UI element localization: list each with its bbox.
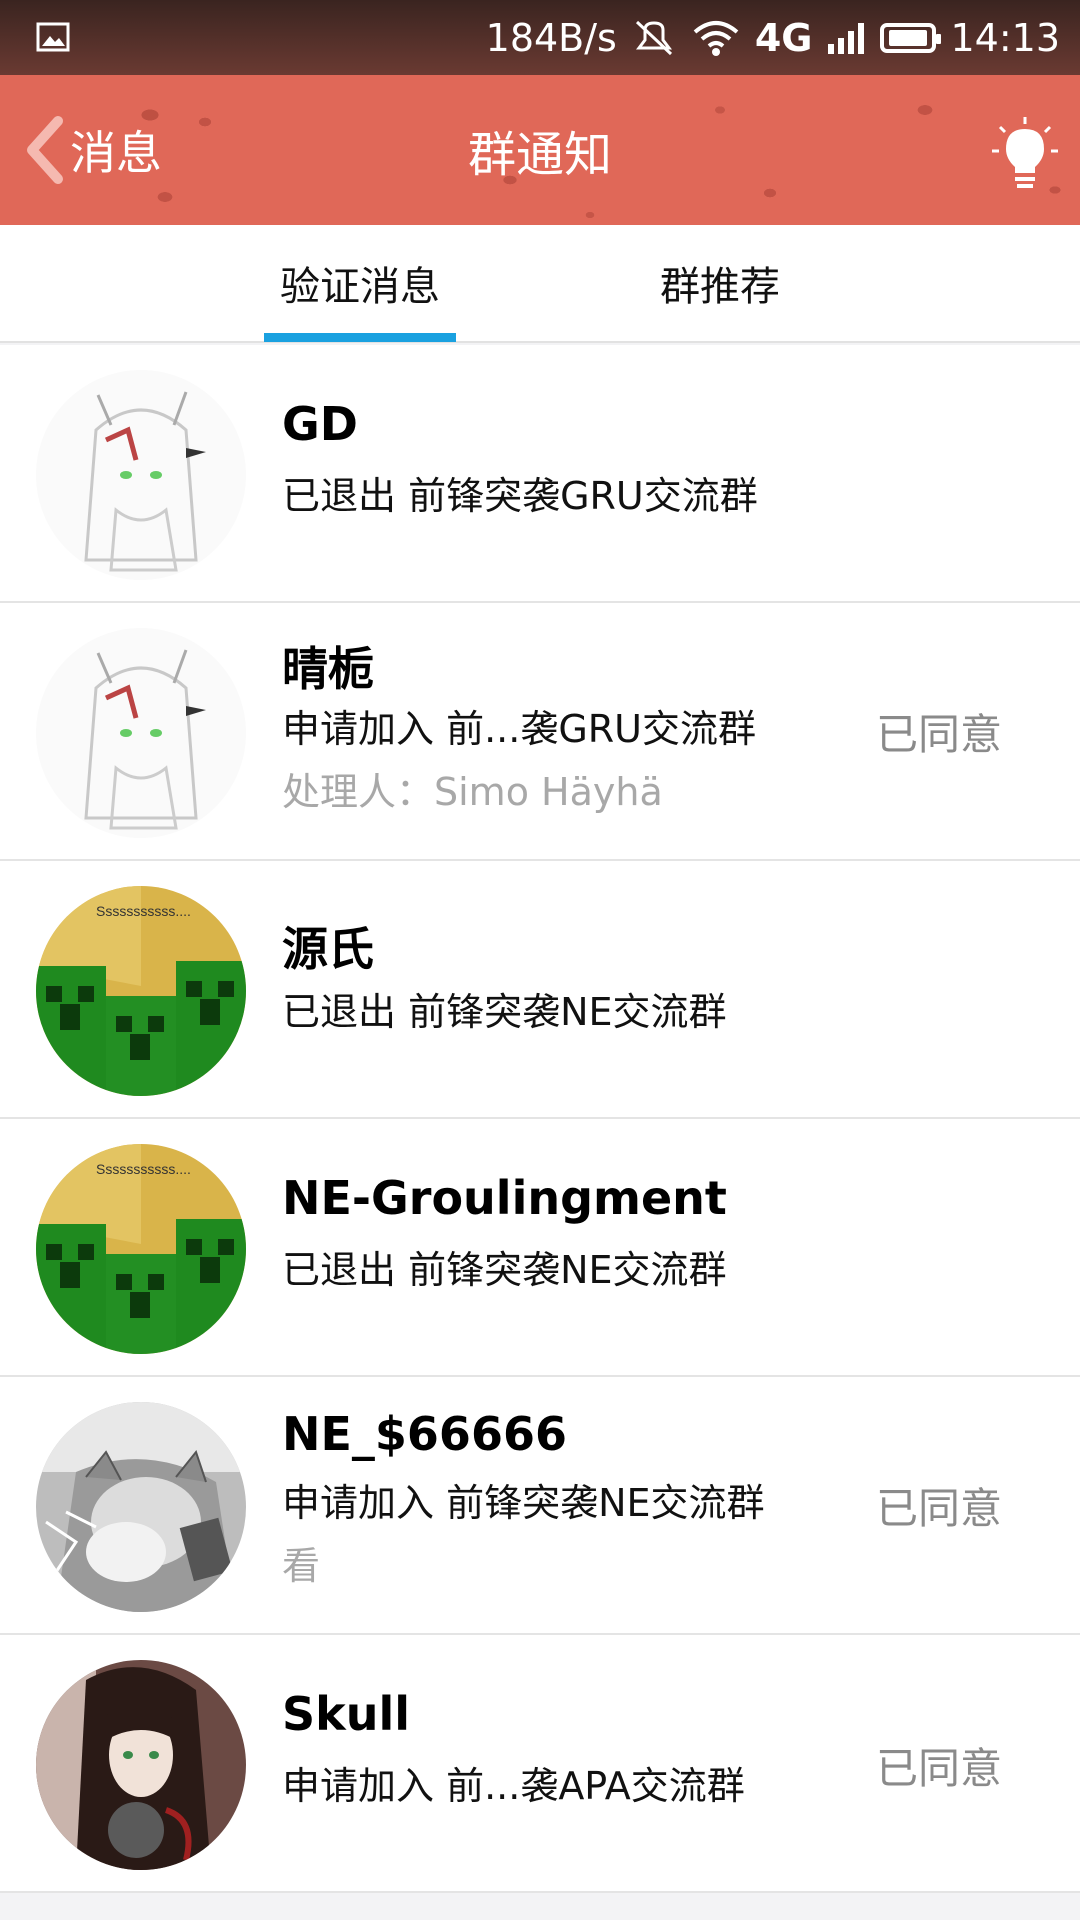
network-type: 4G: [754, 15, 813, 60]
avatar-caption: Sssssssssss....: [96, 1161, 191, 1177]
page-title: 群通知: [467, 127, 612, 183]
list-item[interactable]: Sssssssssss.... NE-Groulingment 已退出 前锋突袭…: [0, 1119, 1080, 1377]
tab-bar: 验证消息 群推荐: [0, 225, 1080, 343]
item-name: NE-Groulingment: [282, 1171, 727, 1225]
avatar[interactable]: [36, 1660, 246, 1870]
item-message: 已退出 前锋突袭GRU交流群: [282, 474, 758, 518]
avatar[interactable]: [36, 628, 246, 838]
app-header: 消息 群通知: [0, 75, 1080, 225]
back-label: 消息: [70, 126, 162, 180]
item-handler: 处理人：Simo Häyhä: [282, 770, 663, 814]
mute-icon: [631, 18, 677, 58]
list-item[interactable]: Skull 申请加入 前...袭APA交流群 已同意: [0, 1635, 1080, 1893]
avatar[interactable]: Sssssssssss....: [36, 886, 246, 1096]
back-button[interactable]: 消息: [22, 75, 162, 225]
tab-group-recommend[interactable]: 群推荐: [620, 225, 820, 341]
clock: 14:13: [950, 15, 1060, 60]
list-item[interactable]: GD 已退出 前锋突袭GRU交流群: [0, 345, 1080, 603]
item-message: 申请加入 前...袭GRU交流群: [282, 707, 756, 751]
status-badge: 已同意: [875, 710, 1002, 759]
active-tab-indicator: [264, 333, 456, 342]
item-handler: 看: [282, 1544, 321, 1588]
avatar[interactable]: [36, 1402, 246, 1612]
notification-list: GD 已退出 前锋突袭GRU交流群 晴栀 申请加入 前...袭GRU交流群 处理…: [0, 345, 1080, 1893]
chevron-left-icon: [22, 115, 68, 185]
item-message: 申请加入 前锋突袭NE交流群: [282, 1481, 765, 1525]
item-message: 申请加入 前...袭APA交流群: [282, 1764, 745, 1808]
item-name: Skull: [282, 1687, 411, 1741]
net-speed: 184B/s: [485, 15, 617, 60]
image-notification-icon: [36, 22, 70, 52]
item-name: GD: [282, 397, 358, 451]
list-item[interactable]: Sssssssssss.... 源氏 已退出 前锋突袭NE交流群: [0, 861, 1080, 1119]
avatar[interactable]: [36, 370, 246, 580]
status-bar: 184B/s 4G 14:13: [0, 0, 1080, 75]
item-name: 源氏: [282, 922, 374, 976]
item-name: 晴栀: [282, 642, 374, 696]
battery-icon: [880, 22, 942, 53]
item-message: 已退出 前锋突袭NE交流群: [282, 1248, 727, 1292]
tab-verification[interactable]: 验证消息: [264, 225, 456, 341]
signal-icon: [826, 20, 866, 56]
avatar-caption: Sssssssssss....: [96, 903, 191, 919]
list-item[interactable]: 晴栀 申请加入 前...袭GRU交流群 处理人：Simo Häyhä 已同意: [0, 603, 1080, 861]
avatar[interactable]: Sssssssssss....: [36, 1144, 246, 1354]
status-badge: 已同意: [875, 1744, 1002, 1793]
list-item[interactable]: NE_$66666 申请加入 前锋突袭NE交流群 看 已同意: [0, 1377, 1080, 1635]
item-name: NE_$66666: [282, 1407, 567, 1461]
item-message: 已退出 前锋突袭NE交流群: [282, 990, 727, 1034]
wifi-icon: [691, 18, 741, 58]
status-badge: 已同意: [875, 1484, 1002, 1533]
lightbulb-icon[interactable]: [990, 115, 1060, 195]
